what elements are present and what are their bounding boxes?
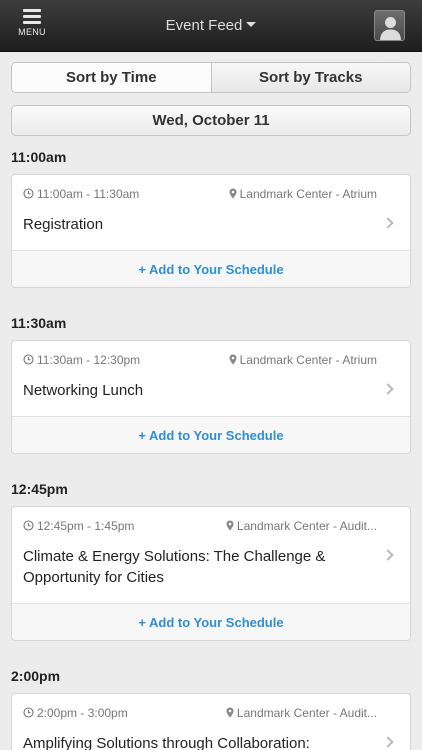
session-title: Amplifying Solutions through Collaborati… [23, 735, 310, 750]
sort-segmented-control: Sort by Time Sort by Tracks [11, 62, 411, 93]
map-pin-icon [229, 188, 237, 199]
session-time-text: 11:30am - 12:30pm [37, 353, 141, 367]
session-time: 12:45pm - 1:45pm [23, 519, 134, 533]
plus-icon: + [138, 428, 146, 443]
slot-time-label: 12:45pm [11, 481, 68, 497]
event-feed-dropdown[interactable]: Event Feed [0, 17, 422, 34]
chevron-right-icon [382, 383, 394, 395]
session-location-text: Landmark Center - Atrium [239, 187, 377, 201]
sort-by-time-tab[interactable]: Sort by Time [12, 63, 211, 92]
chevron-right-icon [382, 217, 394, 229]
add-to-schedule-button[interactable]: + Add to Your Schedule [12, 416, 410, 453]
session-card[interactable]: 11:30am - 12:30pm Landmark Center - Atri… [11, 340, 411, 454]
top-bar: MENU Event Feed [0, 0, 422, 52]
chevron-right-icon [382, 736, 394, 748]
slot-time-label: 11:30am [11, 315, 67, 331]
add-to-schedule-label: Add to Your Schedule [149, 615, 284, 630]
clock-icon [23, 188, 34, 199]
add-to-schedule-label: Add to Your Schedule [149, 428, 284, 443]
session-time: 11:30am - 12:30pm [23, 353, 140, 367]
plus-icon: + [138, 615, 146, 630]
session-time: 11:00am - 11:30am [23, 187, 139, 201]
date-selector[interactable]: Wed, October 11 [11, 105, 411, 136]
session-time: 2:00pm - 3:00pm [23, 706, 128, 720]
session-location-text: Landmark Center - Atrium [239, 353, 377, 367]
map-pin-icon [226, 707, 234, 718]
chevron-right-icon [382, 549, 394, 561]
session-time-text: 12:45pm - 1:45pm [37, 519, 135, 533]
session-location: Landmark Center - Audit... [226, 519, 377, 533]
caret-down-icon [246, 22, 257, 28]
slot-time-label: 11:00am [11, 149, 67, 165]
session-card[interactable]: 11:00am - 11:30am Landmark Center - Atri… [11, 174, 411, 288]
page-title: Event Feed [165, 17, 243, 34]
session-location: Landmark Center - Atrium [229, 187, 377, 201]
plus-icon: + [138, 262, 146, 277]
slot-time-label: 2:00pm [11, 668, 61, 684]
session-title: Registration [23, 216, 104, 233]
session-location-text: Landmark Center - Audit... [236, 706, 377, 720]
session-location: Landmark Center - Atrium [229, 353, 377, 367]
add-to-schedule-button[interactable]: + Add to Your Schedule [12, 250, 410, 287]
session-title: Climate & Energy Solutions: The Challeng… [23, 548, 326, 586]
map-pin-icon [229, 354, 237, 365]
session-location-text: Landmark Center - Audit... [236, 519, 377, 533]
session-title: Networking Lunch [23, 382, 144, 399]
session-card[interactable]: 2:00pm - 3:00pm Landmark Center - Audit.… [11, 693, 411, 750]
session-card[interactable]: 12:45pm - 1:45pm Landmark Center - Audit… [11, 506, 411, 641]
session-time-text: 11:00am - 11:30am [37, 187, 140, 201]
sort-by-tracks-tab[interactable]: Sort by Tracks [210, 63, 410, 92]
clock-icon [23, 520, 34, 531]
profile-button[interactable] [374, 10, 405, 41]
session-time-text: 2:00pm - 3:00pm [37, 706, 128, 720]
clock-icon [23, 354, 34, 365]
clock-icon [23, 707, 34, 718]
session-location: Landmark Center - Audit... [226, 706, 377, 720]
map-pin-icon [226, 520, 234, 531]
user-avatar-icon [380, 17, 401, 40]
add-to-schedule-label: Add to Your Schedule [149, 262, 284, 277]
add-to-schedule-button[interactable]: + Add to Your Schedule [12, 603, 410, 640]
